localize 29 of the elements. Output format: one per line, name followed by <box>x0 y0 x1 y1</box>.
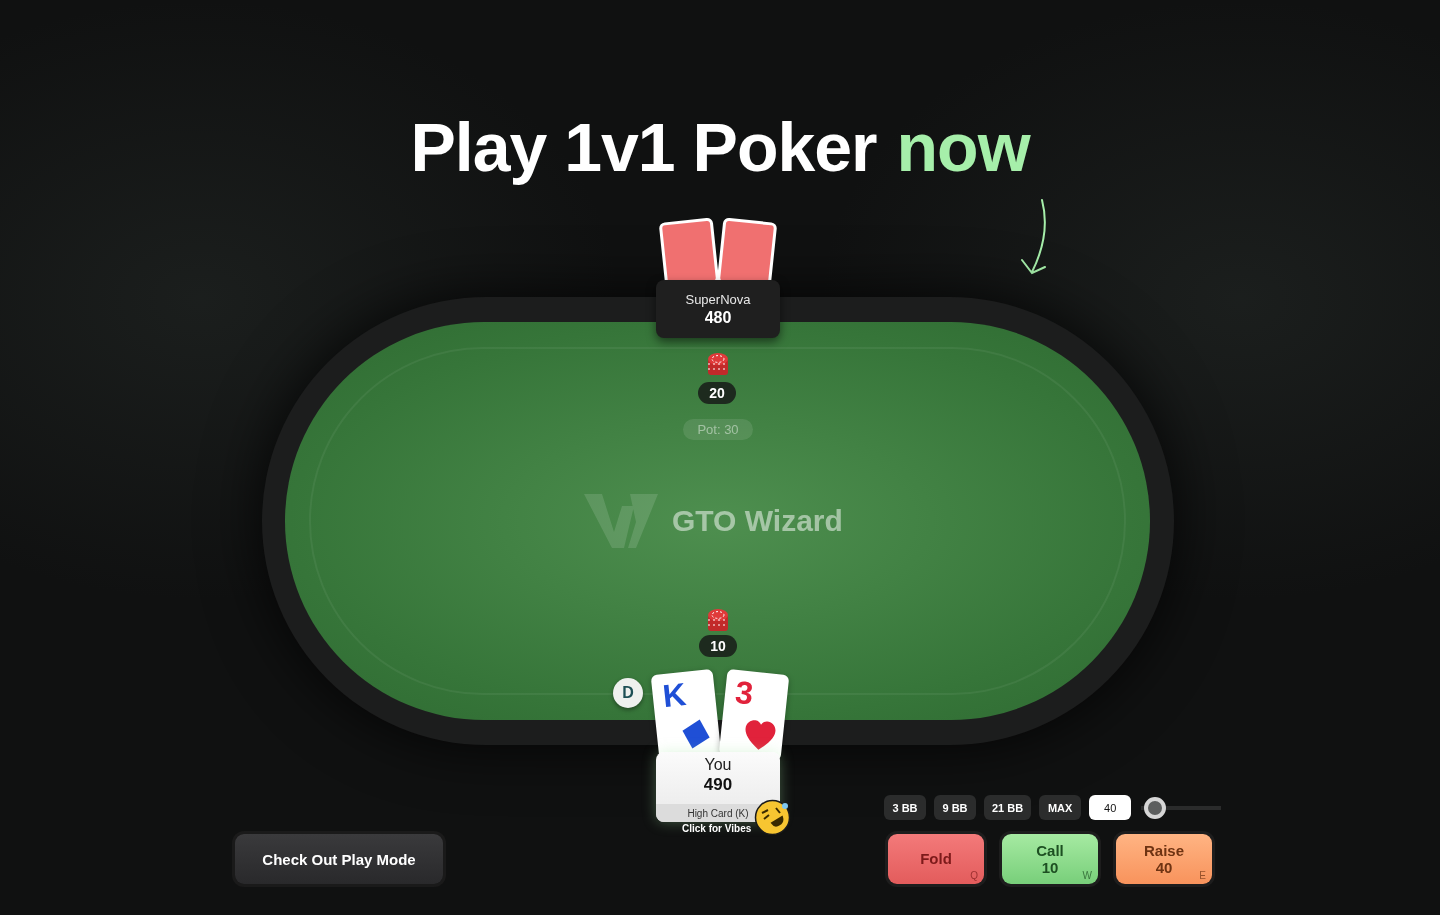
player-stack: 480 <box>704 308 732 327</box>
bet-size-button[interactable]: 3 BB <box>884 795 926 820</box>
player-stack: 490 <box>703 775 733 795</box>
headline: Play 1v1 Poker <box>410 108 877 186</box>
headline-accent: now <box>896 108 1030 186</box>
bet-input[interactable]: 40 <box>1089 795 1132 820</box>
hotkey-hint: E <box>1199 869 1206 881</box>
laughing-emoji-icon[interactable] <box>754 799 791 836</box>
bet-amount: 20 <box>698 382 736 404</box>
hotkey-hint: W <box>1082 869 1092 881</box>
chip-stack-icon <box>706 351 730 377</box>
bet-size-button[interactable]: MAX <box>1039 795 1082 820</box>
raise-button[interactable]: Raise 40 E <box>1116 834 1212 884</box>
player-name: You <box>704 756 732 774</box>
slider-thumb[interactable] <box>1144 796 1167 819</box>
hotkey-hint: Q <box>970 869 978 881</box>
player-name: SuperNova <box>685 291 751 307</box>
bet-size-button[interactable]: 21 BB <box>984 795 1032 820</box>
pot-label: Pot: 30 <box>683 419 753 440</box>
card-rank: 3 <box>733 674 755 713</box>
chip-stack-icon <box>706 607 730 633</box>
logo-icon <box>584 492 658 550</box>
bet-size-button[interactable]: 9 BB <box>934 795 976 820</box>
call-button[interactable]: Call 10 W <box>1002 834 1098 884</box>
play-mode-button[interactable]: Check Out Play Mode <box>235 834 443 884</box>
card-rank: K <box>661 676 688 716</box>
bet-amount: 10 <box>699 635 737 657</box>
table-logo: GTO Wizard <box>672 504 843 538</box>
vibes-link[interactable]: Click for Vibes <box>682 823 752 834</box>
